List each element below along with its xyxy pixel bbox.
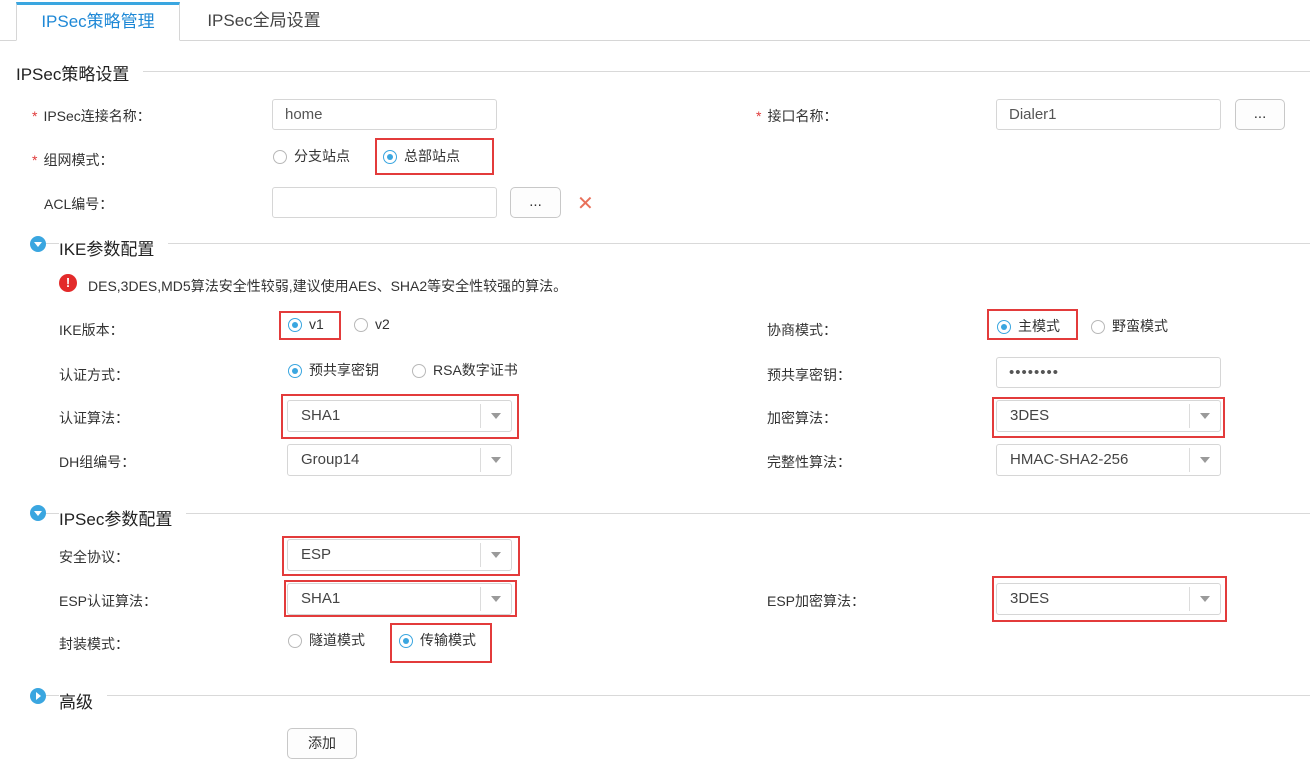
ike-section-title: IKE参数配置	[59, 235, 169, 260]
chevron-down-icon	[480, 404, 511, 428]
ike-version-label: IKE版本：	[59, 322, 124, 338]
radio-transport-mode[interactable]: 传输模式	[399, 630, 476, 650]
radio-dot-icon	[383, 150, 397, 164]
integrity-alg-label: 完整性算法：	[767, 454, 851, 470]
tab-ipsec-global[interactable]: IPSec全局设置	[190, 2, 338, 40]
dh-group-select[interactable]: Group14	[287, 444, 512, 476]
connection-name-label: * IPSec连接名称：	[32, 108, 151, 124]
radio-aggressive-mode[interactable]: 野蛮模式	[1091, 316, 1168, 336]
advanced-section-title[interactable]: 高级	[59, 688, 107, 713]
acl-browse-button[interactable]: ...	[510, 187, 561, 218]
acl-input[interactable]	[272, 187, 497, 218]
dh-group-label: DH组编号：	[59, 454, 136, 470]
section-divider	[16, 71, 1310, 72]
acl-label: ACL编号：	[44, 196, 114, 212]
esp-auth-label: ESP认证算法：	[59, 593, 158, 609]
radio-rsa-cert[interactable]: RSA数字证书	[412, 360, 518, 380]
add-button[interactable]: 添加	[287, 728, 357, 759]
radio-tunnel-mode[interactable]: 隧道模式	[288, 630, 365, 650]
radio-dot-icon	[399, 634, 413, 648]
enc-alg-select[interactable]: 3DES	[996, 400, 1221, 432]
radio-dot-icon	[288, 318, 302, 332]
ipsec-section-title: IPSec参数配置	[59, 505, 187, 530]
auth-alg-label: 认证算法：	[59, 410, 129, 426]
security-protocol-label: 安全协议：	[59, 549, 129, 565]
interface-name-label: * 接口名称：	[756, 108, 838, 124]
chevron-down-icon	[1189, 404, 1220, 428]
radio-ike-v1[interactable]: v1	[288, 316, 324, 332]
chevron-down-icon	[1189, 587, 1220, 611]
esp-auth-select[interactable]: SHA1	[287, 583, 512, 615]
radio-branch-site[interactable]: 分支站点	[273, 146, 350, 166]
radio-dot-icon	[997, 320, 1011, 334]
radio-dot-icon	[412, 364, 426, 378]
radio-dot-icon	[288, 364, 302, 378]
warning-icon: !	[59, 274, 77, 292]
chevron-down-icon	[480, 448, 511, 472]
policy-section-title: IPSec策略设置	[16, 60, 144, 85]
radio-dot-icon	[288, 634, 302, 648]
collapse-arrow-icon[interactable]	[30, 505, 46, 521]
chevron-down-icon	[480, 587, 511, 611]
tab-ipsec-policy[interactable]: IPSec策略管理	[16, 2, 180, 41]
security-protocol-select[interactable]: ESP	[287, 539, 512, 571]
section-divider	[30, 513, 1310, 514]
connection-name-input[interactable]: home	[272, 99, 497, 130]
auth-method-label: 认证方式：	[59, 367, 129, 383]
collapse-arrow-icon[interactable]	[30, 236, 46, 252]
ike-warning-text: DES,3DES,MD5算法安全性较弱,建议使用AES、SHA2等安全性较强的算…	[88, 278, 568, 294]
chevron-down-icon	[1189, 448, 1220, 472]
psk-label: 预共享密钥：	[767, 367, 851, 383]
radio-dot-icon	[1091, 320, 1105, 334]
section-divider	[30, 243, 1310, 244]
expand-arrow-icon[interactable]	[30, 688, 46, 704]
radio-psk[interactable]: 预共享密钥	[288, 360, 379, 380]
interface-browse-button[interactable]: ...	[1235, 99, 1285, 130]
integrity-alg-select[interactable]: HMAC-SHA2-256	[996, 444, 1221, 476]
network-mode-label: * 组网模式：	[32, 152, 114, 168]
esp-enc-select[interactable]: 3DES	[996, 583, 1221, 615]
esp-enc-label: ESP加密算法：	[767, 593, 866, 609]
radio-hq-site[interactable]: 总部站点	[383, 146, 460, 166]
clear-icon[interactable]: ✕	[577, 191, 594, 216]
psk-input[interactable]: ••••••••	[996, 357, 1221, 388]
negotiation-mode-label: 协商模式：	[767, 322, 837, 338]
interface-name-input[interactable]: Dialer1	[996, 99, 1221, 130]
radio-dot-icon	[354, 318, 368, 332]
radio-ike-v2[interactable]: v2	[354, 316, 390, 332]
radio-dot-icon	[273, 150, 287, 164]
section-divider	[30, 695, 1310, 696]
chevron-down-icon	[480, 543, 511, 567]
enc-alg-label: 加密算法：	[767, 410, 837, 426]
encap-mode-label: 封装模式：	[59, 636, 129, 652]
auth-alg-select[interactable]: SHA1	[287, 400, 512, 432]
radio-main-mode[interactable]: 主模式	[997, 316, 1060, 336]
